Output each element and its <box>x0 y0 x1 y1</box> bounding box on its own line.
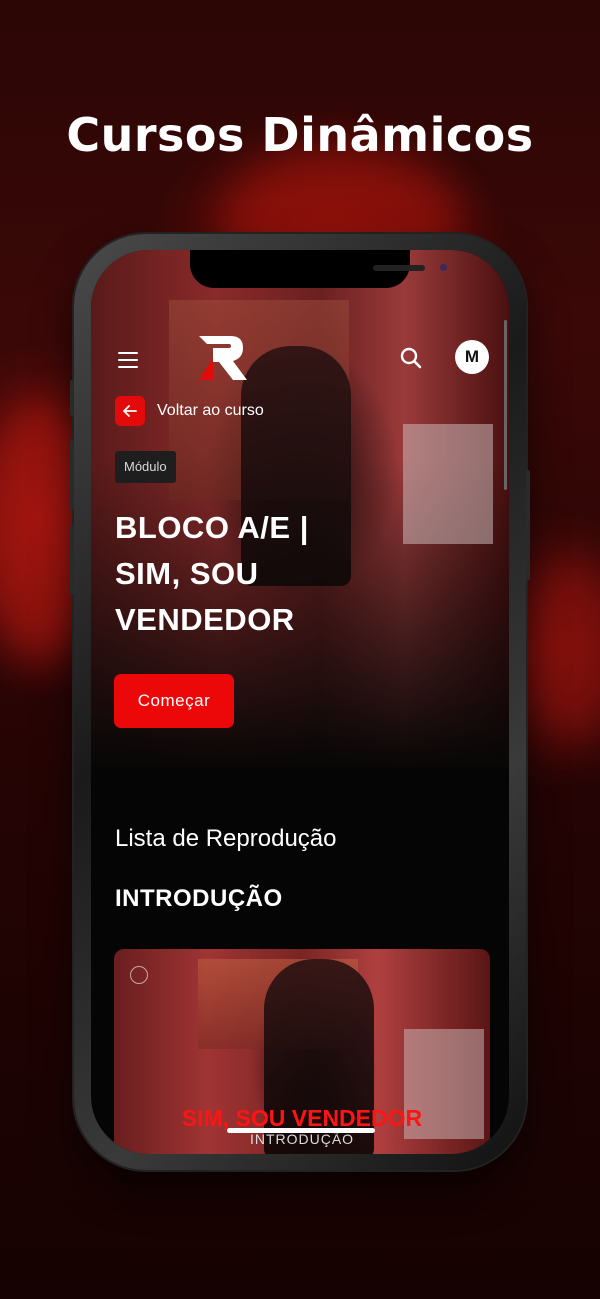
module-title-line: SIM, SOU <box>115 556 259 591</box>
phone-side-button <box>70 525 74 595</box>
brand-logo[interactable] <box>193 330 249 386</box>
lesson-card-subtitle: INTRODUÇÃO <box>249 1131 355 1147</box>
background-glow <box>520 560 600 740</box>
phone-side-button <box>526 470 530 580</box>
hamburger-menu-icon[interactable] <box>118 352 138 368</box>
back-label[interactable]: Voltar ao curso <box>157 402 264 420</box>
playlist-section-title: INTRODUÇÃO <box>115 885 283 912</box>
phone-notch <box>190 250 447 288</box>
front-camera <box>440 264 447 271</box>
app-screen: M Voltar ao curso Módulo BLOCO A/E | SIM… <box>91 250 509 1154</box>
back-button[interactable] <box>115 396 145 426</box>
home-indicator[interactable] <box>227 1128 375 1133</box>
phone-side-button <box>70 440 74 510</box>
start-button[interactable]: Começar <box>114 674 234 728</box>
lesson-card[interactable]: SIM, SOU VENDEDOR INTRODUÇÃO <box>114 949 490 1154</box>
playlist-heading: Lista de Reprodução <box>115 825 337 852</box>
search-icon[interactable] <box>399 346 423 370</box>
back-to-course-link[interactable]: Voltar ao curso <box>115 396 264 426</box>
avatar[interactable]: M <box>455 340 489 374</box>
lesson-progress-circle[interactable] <box>130 966 148 984</box>
module-badge: Módulo <box>115 451 176 483</box>
page-headline: Cursos Dinâmicos <box>66 108 534 162</box>
arrow-left-icon <box>123 405 137 417</box>
module-title-line: BLOCO A/E | <box>115 510 309 545</box>
speaker-grille <box>373 265 425 271</box>
module-title: BLOCO A/E | SIM, SOU VENDEDOR <box>115 505 485 643</box>
app-header: M <box>91 330 509 390</box>
phone-side-button <box>70 380 74 416</box>
module-title-line: VENDEDOR <box>115 602 295 637</box>
